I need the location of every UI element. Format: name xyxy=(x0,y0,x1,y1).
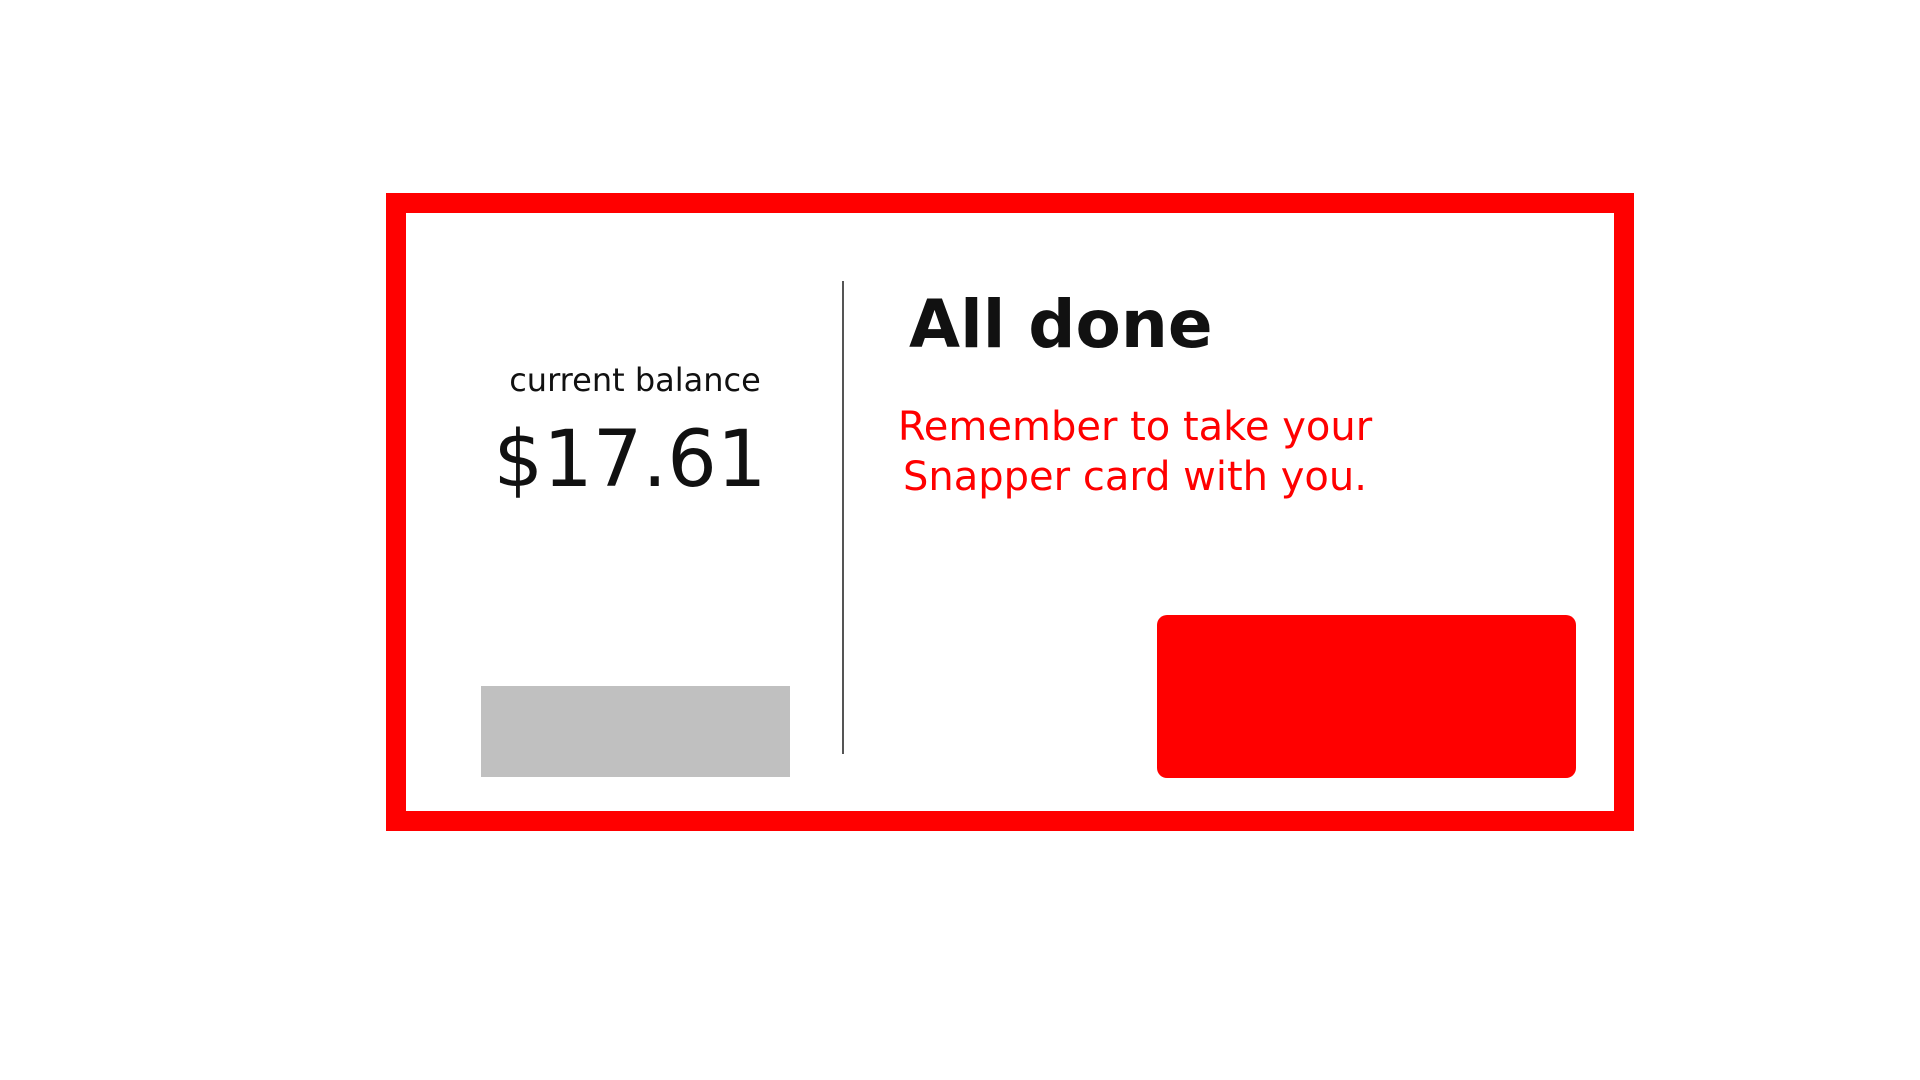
current-balance-label: current balance xyxy=(509,361,761,399)
card-reminder-line-1: Remember to take your xyxy=(897,404,1373,450)
primary-button[interactable] xyxy=(1157,615,1576,778)
card-reminder-line-2: Snapper card with you. xyxy=(903,454,1367,500)
card-reminder-message: Remember to take your Snapper card with … xyxy=(880,402,1390,502)
current-balance-amount: $17.61 xyxy=(493,415,767,505)
page-title: All done xyxy=(909,286,1213,363)
secondary-button[interactable] xyxy=(481,686,790,777)
panel-divider xyxy=(842,281,844,754)
